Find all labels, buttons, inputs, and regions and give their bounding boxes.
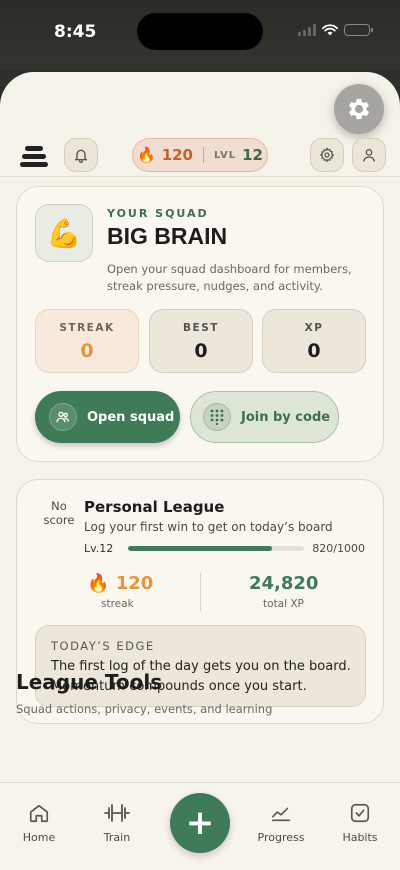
floating-settings-button[interactable] xyxy=(334,84,384,134)
nav-home[interactable]: Home xyxy=(4,801,74,844)
league-subtitle: Log your first win to get on today’s boa… xyxy=(84,520,333,534)
squad-streak-stat: STREAK 0 xyxy=(35,309,139,373)
league-streak-value: 120 xyxy=(115,573,154,594)
xp-progress-fill xyxy=(128,546,273,551)
bottom-nav: Home Train + Progress Habits xyxy=(0,782,400,870)
fire-icon: 🔥 xyxy=(87,573,110,594)
stat-label: STREAK xyxy=(59,322,115,334)
main-sheet: 🔥 120 LVL 12 💪 YOUR SQUAD BIG BRAIN Open… xyxy=(0,72,400,870)
league-tools-title: League Tools xyxy=(16,670,163,694)
stat-label: XP xyxy=(304,322,324,334)
league-streak-label: streak xyxy=(101,598,134,610)
league-rank-status: No score xyxy=(43,499,75,527)
battery-icon xyxy=(344,24,373,36)
league-streak: 🔥 120 xyxy=(87,573,153,594)
nav-habits-label: Habits xyxy=(342,831,378,844)
header-divider xyxy=(0,176,400,177)
squad-name: BIG BRAIN xyxy=(107,223,228,249)
add-entry-button[interactable]: + xyxy=(170,793,230,853)
status-time: 8:45 xyxy=(54,22,97,42)
join-by-code-button[interactable]: Join by code xyxy=(190,391,339,443)
top-bar: 🔥 120 LVL 12 xyxy=(0,134,400,178)
todays-edge-box: TODAY’S EDGE The first log of the day ge… xyxy=(35,625,366,707)
fire-icon: 🔥 xyxy=(137,146,156,164)
stat-value: 0 xyxy=(80,340,94,362)
nav-habits[interactable]: Habits xyxy=(325,801,395,844)
header-streak-value: 120 xyxy=(161,146,193,164)
header-level-value: 12 xyxy=(242,146,263,164)
join-by-code-label: Join by code xyxy=(241,409,331,425)
dumbbell-icon xyxy=(104,804,130,822)
nav-progress-label: Progress xyxy=(257,831,305,844)
league-level-label: Lv.12 xyxy=(84,542,114,555)
stats-divider xyxy=(200,573,201,611)
stack-menu-icon[interactable] xyxy=(20,146,48,168)
notifications-button[interactable] xyxy=(64,138,98,172)
xp-progress-text: 820/1000 xyxy=(312,542,365,555)
edge-title: TODAY’S EDGE xyxy=(51,639,155,653)
squad-card: 💪 YOUR SQUAD BIG BRAIN Open your squad d… xyxy=(16,186,384,462)
keypad-icon xyxy=(203,403,231,431)
squad-best-stat: BEST 0 xyxy=(149,309,253,373)
squad-eyebrow: YOUR SQUAD xyxy=(107,207,209,220)
level-label: LVL xyxy=(214,149,237,161)
profile-button[interactable] xyxy=(352,138,386,172)
open-squad-button[interactable]: Open squad xyxy=(35,391,180,443)
dynamic-island xyxy=(137,13,263,50)
squad-xp-stat: XP 0 xyxy=(262,309,366,373)
gear-icon xyxy=(319,147,335,163)
group-icon xyxy=(49,403,77,431)
wifi-icon xyxy=(322,24,338,36)
status-icons xyxy=(298,24,373,36)
stat-value: 0 xyxy=(194,340,208,362)
squad-avatar: 💪 xyxy=(35,204,93,262)
streak-level-pill[interactable]: 🔥 120 LVL 12 xyxy=(132,138,268,172)
settings-button[interactable] xyxy=(310,138,344,172)
gear-icon xyxy=(348,98,370,120)
signal-icon xyxy=(298,24,316,36)
nav-train-label: Train xyxy=(103,831,131,844)
trend-chart-icon xyxy=(271,807,291,822)
bell-icon xyxy=(75,149,87,163)
stat-value: 0 xyxy=(307,340,321,362)
person-icon xyxy=(363,149,375,162)
league-total-xp-label: total XP xyxy=(263,598,304,610)
pill-divider xyxy=(203,147,204,163)
league-tools-subtitle: Squad actions, privacy, events, and lear… xyxy=(16,702,273,716)
league-title: Personal League xyxy=(84,498,225,516)
xp-progress-bar xyxy=(128,546,304,551)
status-bar: 8:45 xyxy=(0,0,400,70)
open-squad-label: Open squad xyxy=(87,409,175,425)
nav-progress[interactable]: Progress xyxy=(246,801,316,844)
nav-home-label: Home xyxy=(22,831,56,844)
nav-train[interactable]: Train xyxy=(82,801,152,844)
squad-description: Open your squad dashboard for members, s… xyxy=(107,262,352,293)
league-total-xp: 24,820 xyxy=(249,573,319,594)
checkbox-icon xyxy=(350,803,370,823)
home-icon xyxy=(29,804,49,823)
stat-label: BEST xyxy=(183,322,219,334)
